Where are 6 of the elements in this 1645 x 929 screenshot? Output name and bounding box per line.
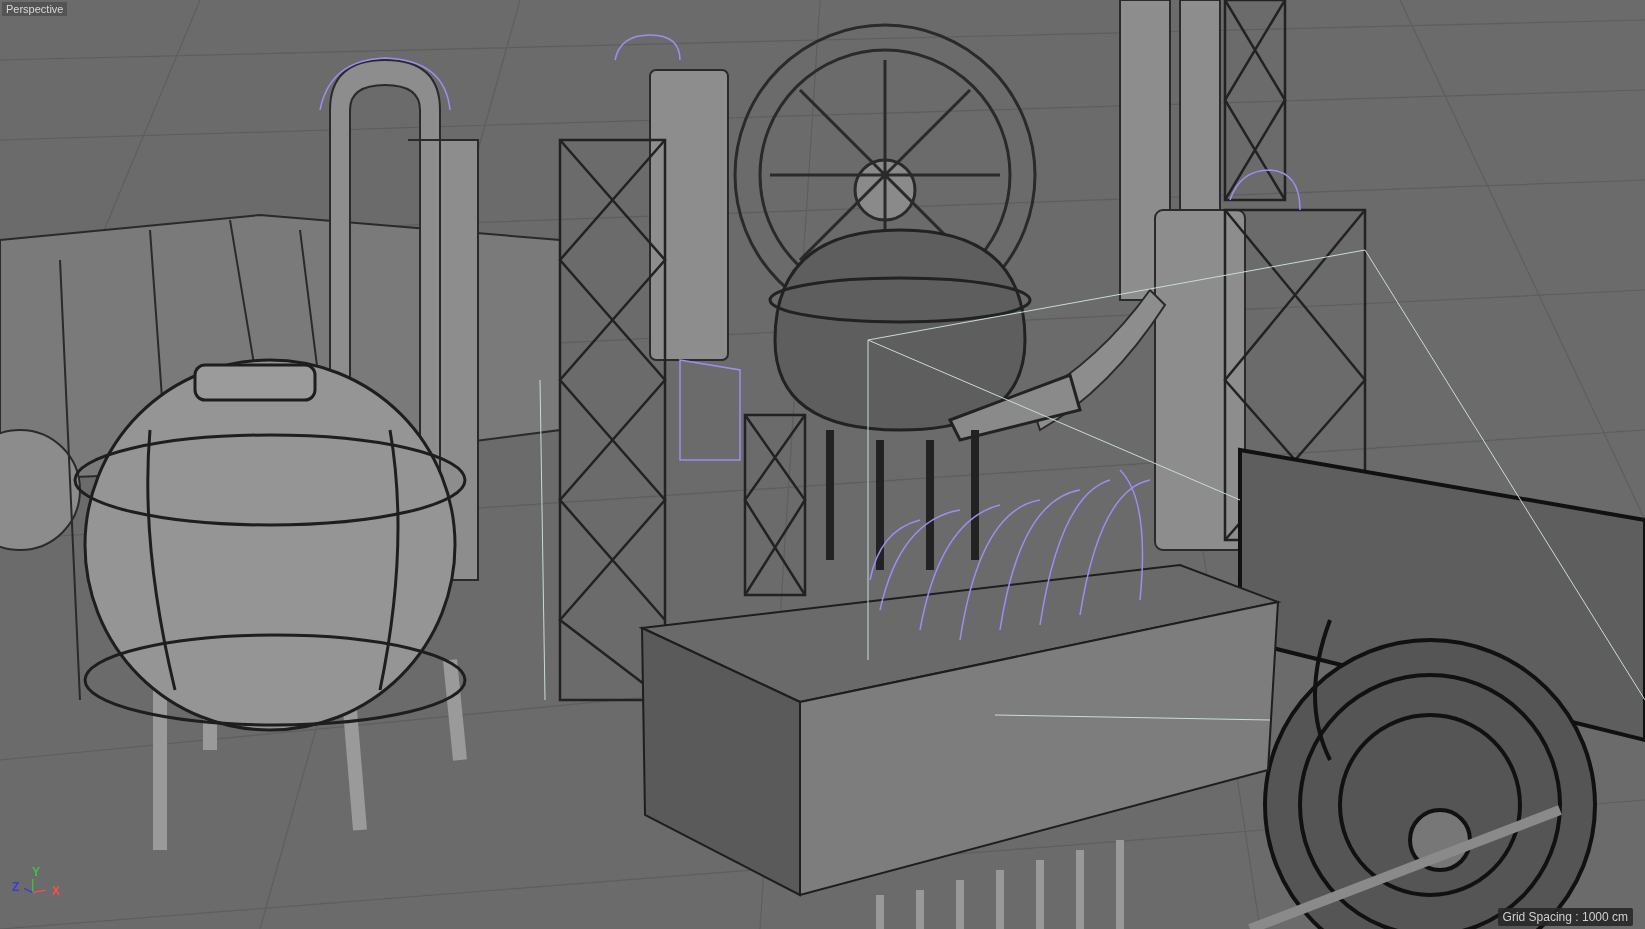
axis-label: X <box>52 885 60 897</box>
axis-label: Y <box>32 866 40 878</box>
3d-viewport[interactable]: Perspective Y Z X Grid Spacing : 1000 cm <box>0 0 1645 929</box>
axis-label: Z <box>12 881 20 893</box>
viewport-title[interactable]: Perspective <box>2 2 68 16</box>
grid-spacing-label: Grid Spacing : 1000 cm <box>1497 908 1633 926</box>
